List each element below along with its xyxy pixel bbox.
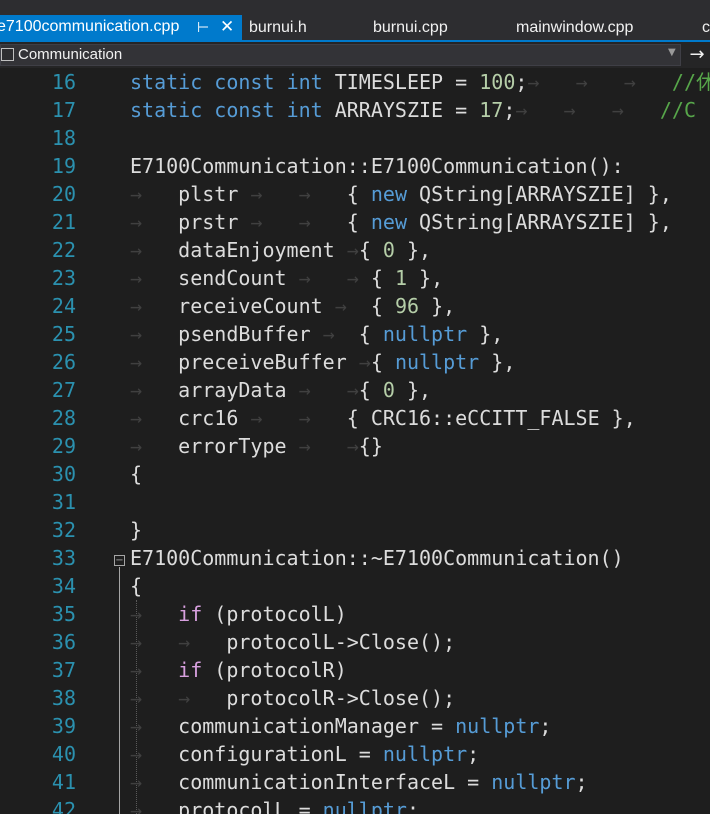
code-line: static const int TIMESLEEP = 100;→ → → /… [130,70,710,94]
code-line: → sendCount → → { 1 }, [130,266,444,290]
code-line: → dataEnjoyment →{ 0 }, [130,238,432,262]
code-line: } [130,518,143,542]
tab-label: e7100communication.cpp [0,18,180,35]
code-line: → prstr → → { new QString[ARRAYSZIE] }, [130,210,672,234]
code-line: → communicationManager = nullptr; [130,714,552,738]
code-line: → communicationInterfaceL = nullptr; [130,770,588,794]
code-line: static const int ARRAYSZIE = 17;→ → → //… [130,98,696,122]
code-line: → if (protocolL) [130,602,347,626]
close-icon[interactable]: ✕ [220,15,234,39]
tab-label: c [702,19,710,36]
tab-label: mainwindow.cpp [516,19,634,36]
scope-label: Communication [18,46,123,63]
code-line: → crc16 → → { CRC16::eCCITT_FALSE }, [130,406,636,430]
tab-label: burnui.cpp [373,19,448,36]
scope-dropdown[interactable]: Communication ▼ [0,44,681,66]
code-line: → receiveCount → { 96 }, [130,294,456,318]
code-line: → preceiveBuffer →{ nullptr }, [130,350,516,374]
code-line: → → protocolL->Close(); [130,630,456,654]
code-line: → configurationL = nullptr; [130,742,480,766]
project-icon [1,48,14,61]
code-line: E7100Communication::E7100Communication()… [130,154,624,178]
tab-e7100communication-cpp[interactable]: e7100communication.cpp ⊢ ✕ [0,15,242,40]
tab-burnui-h[interactable]: burnui.h [249,16,307,40]
code-line: E7100Communication::~E7100Communication(… [130,546,624,570]
code-line: { [130,462,143,486]
tab-mainwindow-cpp[interactable]: mainwindow.cpp [516,16,633,40]
arrow-right-icon[interactable]: → [684,44,710,66]
code-text[interactable]: static const int TIMESLEEP = 100;→ → → /… [0,68,710,814]
code-line: → protocolL = nullptr; [130,798,420,814]
code-line: → plstr → → { new QString[ARRAYSZIE] }, [130,182,672,206]
tab-burnui-cpp[interactable]: burnui.cpp [373,16,448,40]
code-line: → arrayData → →{ 0 }, [130,378,432,402]
code-line: → → protocolR->Close(); [130,686,456,710]
document-tab-strip: e7100communication.cpp ⊢ ✕ burnui.h burn… [0,0,710,42]
code-line: → psendBuffer → { nullptr }, [130,322,504,346]
pin-icon[interactable]: ⊢ [197,15,209,39]
navigation-bar: Communication ▼ → [0,42,710,69]
code-line: → if (protocolR) [130,658,347,682]
chevron-down-icon[interactable]: ▼ [668,47,676,58]
tab-label: burnui.h [249,19,307,36]
code-editor[interactable]: 16 17 18 19 20 21 22 23 24 25 26 27 28 2… [0,68,710,814]
code-line: { [130,574,143,598]
code-line: → errorType → →{} [130,434,383,458]
tab-overflow[interactable]: c [702,16,710,40]
